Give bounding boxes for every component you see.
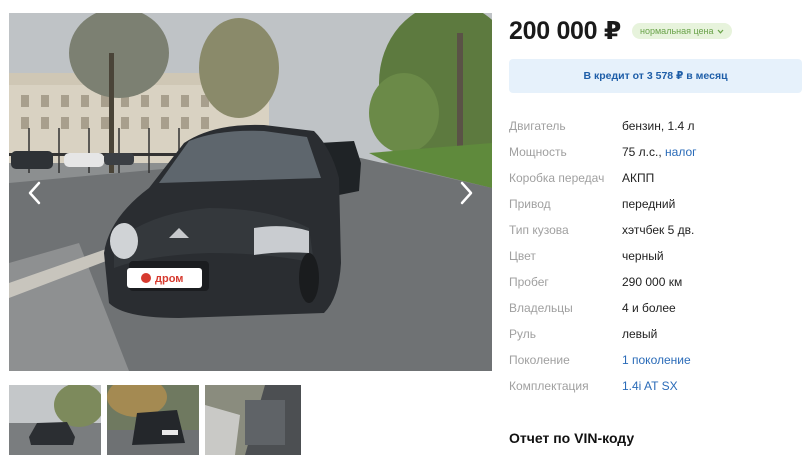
car-photo-image: дром — [9, 13, 492, 371]
spec-value: 290 000 км — [622, 275, 683, 289]
spec-label: Комплектация — [509, 379, 589, 393]
chevron-left-icon — [28, 181, 41, 205]
main-photo[interactable]: дром — [9, 13, 492, 371]
specs-table: Двигатель бензин, 1.4 л Мощность 75 л.с.… — [509, 113, 802, 399]
spec-row-transmission: Коробка передач АКПП — [509, 165, 802, 191]
tax-link[interactable]: налог — [665, 145, 697, 159]
credit-offer-button[interactable]: В кредит от 3 578 ₽ в месяц — [509, 59, 802, 93]
price-row: 200 000 ₽ нормальная цена — [509, 16, 732, 46]
spec-row-generation: Поколение 1 поколение — [509, 347, 802, 373]
credit-offer-label: В кредит от 3 578 ₽ в месяц — [583, 70, 728, 82]
spec-label: Владельцы — [509, 301, 573, 315]
trim-link[interactable]: 1.4i AT SX — [622, 379, 678, 393]
spec-row-owners: Владельцы 4 и более — [509, 295, 802, 321]
spec-label: Коробка передач — [509, 171, 605, 185]
thumbnail-3-image — [205, 385, 301, 455]
spec-value: черный — [622, 249, 664, 263]
price-rating-label: нормальная цена — [640, 26, 714, 36]
photo-gallery: дром — [9, 13, 492, 455]
spec-label: Тип кузова — [509, 223, 569, 237]
thumbnail-strip — [9, 385, 301, 455]
spec-row-body-type: Тип кузова хэтчбек 5 дв. — [509, 217, 802, 243]
spec-value: 75 л.с., — [622, 145, 662, 159]
watermark-text: дром — [155, 273, 183, 285]
vin-report-heading: Отчет по VIN-коду — [509, 430, 635, 446]
spec-row-power: Мощность 75 л.с., налог — [509, 139, 802, 165]
spec-label: Руль — [509, 327, 536, 341]
thumbnail-1-image — [9, 385, 101, 455]
chevron-right-icon — [460, 181, 473, 205]
thumbnail-2-image — [107, 385, 199, 455]
spec-row-trim: Комплектация 1.4i AT SX — [509, 373, 802, 399]
spec-row-steering: Руль левый — [509, 321, 802, 347]
spec-row-drive: Привод передний — [509, 191, 802, 217]
thumbnail-3[interactable] — [205, 385, 301, 455]
spec-label: Поколение — [509, 353, 570, 367]
spec-label: Цвет — [509, 249, 536, 263]
spec-row-mileage: Пробег 290 000 км — [509, 269, 802, 295]
spec-label: Двигатель — [509, 119, 566, 133]
spec-value: левый — [622, 327, 658, 341]
price: 200 000 ₽ — [509, 17, 622, 45]
next-photo-button[interactable] — [454, 178, 480, 208]
thumbnail-1[interactable] — [9, 385, 101, 455]
price-rating-badge[interactable]: нормальная цена — [632, 23, 732, 39]
thumbnail-2[interactable] — [107, 385, 199, 455]
spec-label: Мощность — [509, 145, 567, 159]
spec-label: Привод — [509, 197, 551, 211]
spec-row-color: Цвет черный — [509, 243, 802, 269]
spec-value: АКПП — [622, 171, 655, 185]
spec-value: 4 и более — [622, 301, 676, 315]
spec-value: передний — [622, 197, 676, 211]
chevron-down-icon — [717, 29, 723, 34]
spec-value: хэтчбек 5 дв. — [622, 223, 695, 237]
prev-photo-button[interactable] — [21, 178, 47, 208]
spec-row-engine: Двигатель бензин, 1.4 л — [509, 113, 802, 139]
spec-value: бензин, 1.4 л — [622, 119, 695, 133]
generation-link[interactable]: 1 поколение — [622, 353, 691, 367]
spec-label: Пробег — [509, 275, 549, 289]
